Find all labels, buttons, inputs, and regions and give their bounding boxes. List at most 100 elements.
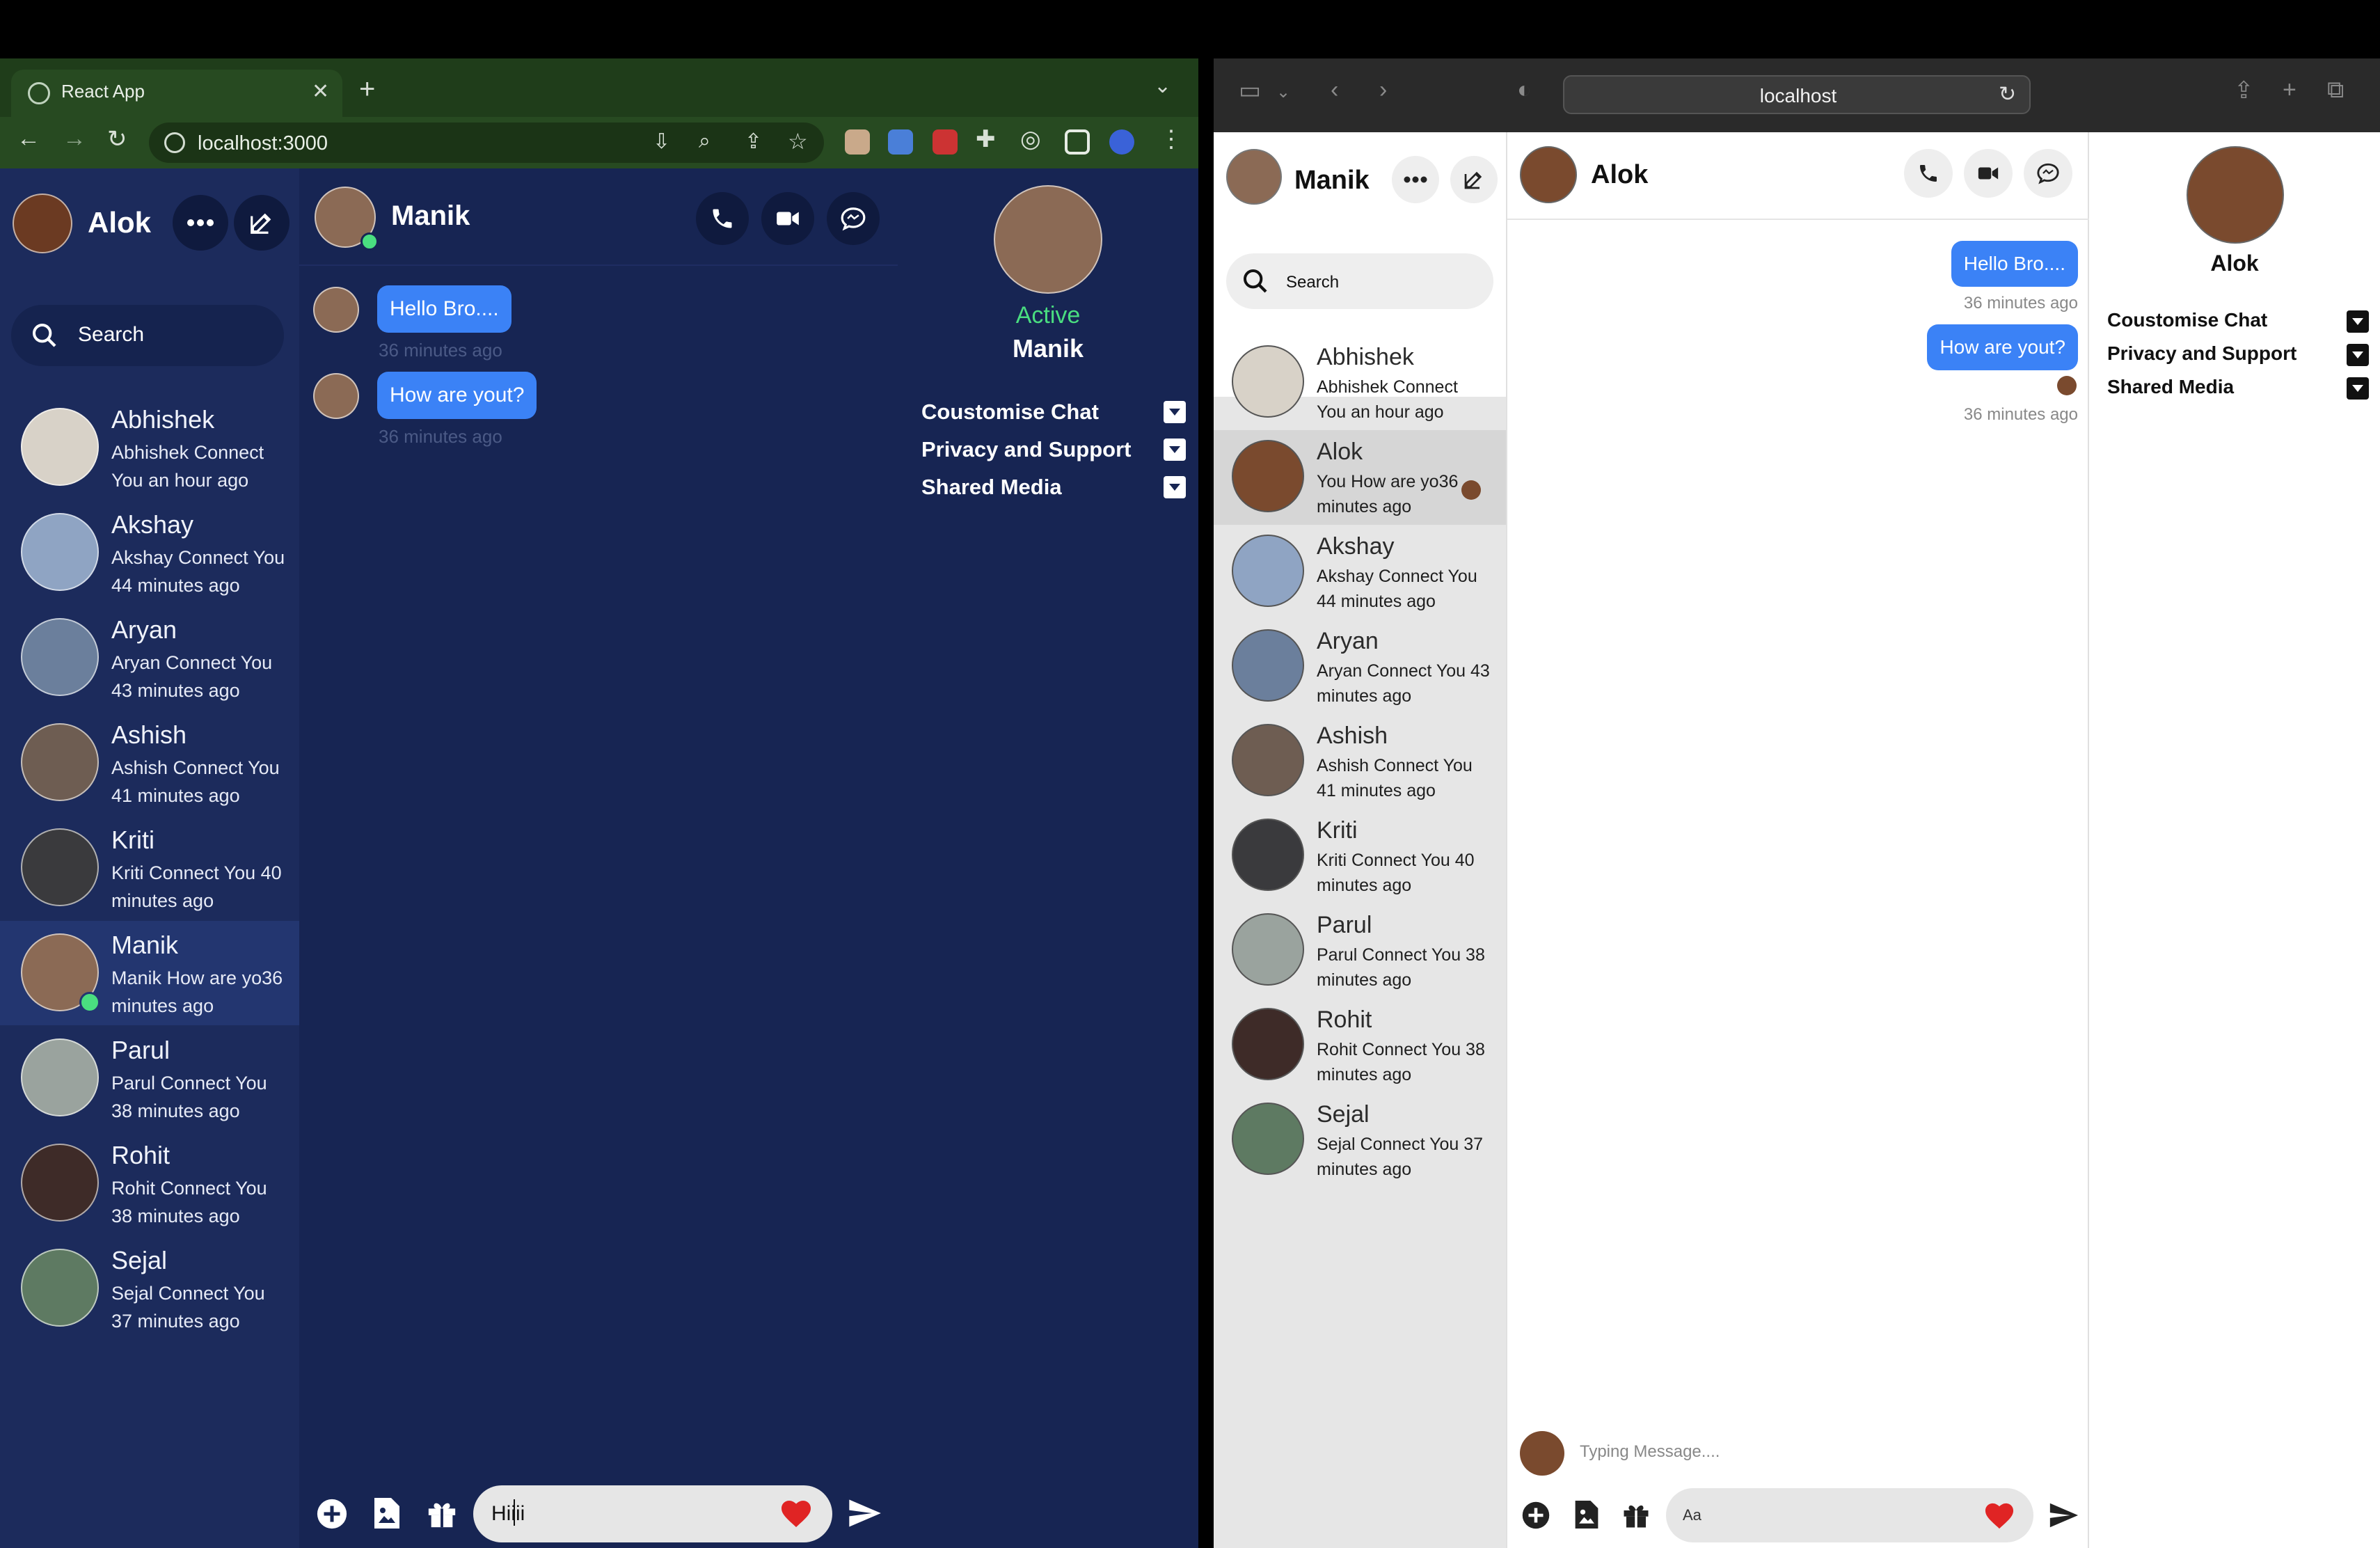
contact-item[interactable]: Manik Manik How are yo36 minutes ago bbox=[0, 921, 299, 1025]
chevron-down-icon[interactable]: ⌄ bbox=[1276, 82, 1290, 102]
online-indicator bbox=[79, 992, 100, 1013]
info-option-row[interactable]: Privacy and Support bbox=[2107, 337, 2369, 370]
contact-item[interactable]: Kriti Kriti Connect You 40 minutes ago bbox=[0, 816, 299, 920]
translate-extension-icon[interactable] bbox=[888, 129, 913, 155]
contact-item[interactable]: Aryan Aryan Connect You 43 minutes ago bbox=[1214, 619, 1506, 714]
tab-close-icon[interactable]: ✕ bbox=[312, 79, 329, 104]
contact-item[interactable]: Kriti Kriti Connect You 40 minutes ago bbox=[1214, 809, 1506, 903]
more-button[interactable] bbox=[1392, 156, 1439, 203]
tab-overview-icon[interactable]: ⧉ bbox=[2327, 77, 2344, 104]
image-file-icon[interactable] bbox=[372, 1496, 402, 1530]
extension-icon[interactable] bbox=[933, 129, 958, 155]
gift-icon[interactable] bbox=[1621, 1501, 1651, 1530]
contact-avatar bbox=[21, 723, 99, 801]
edit-icon bbox=[1464, 171, 1482, 189]
message-bubble[interactable]: How are yout? bbox=[1927, 324, 2078, 370]
new-message-button[interactable] bbox=[234, 195, 289, 251]
contact-item[interactable]: Akshay Akshay Connect You 44 minutes ago bbox=[0, 500, 299, 605]
info-avatar[interactable] bbox=[994, 185, 1102, 294]
image-file-icon[interactable] bbox=[1573, 1499, 1601, 1530]
dropdown-icon[interactable] bbox=[1164, 401, 1186, 423]
dropdown-icon[interactable] bbox=[1164, 476, 1186, 498]
site-info-icon[interactable] bbox=[164, 132, 185, 153]
video-call-button[interactable] bbox=[761, 192, 814, 245]
contact-item[interactable]: Rohit Rohit Connect You 38 minutes ago bbox=[0, 1131, 299, 1235]
dropdown-icon[interactable] bbox=[1164, 439, 1186, 461]
search-field[interactable]: Search bbox=[1226, 253, 1493, 309]
contact-item[interactable]: Akshay Akshay Connect You 44 minutes ago bbox=[1214, 525, 1506, 619]
reload-icon[interactable]: ↻ bbox=[107, 125, 127, 153]
heart-icon[interactable] bbox=[779, 1498, 813, 1529]
search-field[interactable]: Search bbox=[11, 305, 284, 366]
chrome-menu-icon[interactable]: ⋮ bbox=[1159, 125, 1183, 153]
contact-avatar[interactable] bbox=[1520, 146, 1577, 203]
plus-circle-icon[interactable] bbox=[1521, 1501, 1550, 1530]
send-icon[interactable] bbox=[846, 1495, 882, 1531]
dropdown-icon[interactable] bbox=[2347, 377, 2369, 400]
call-button[interactable] bbox=[696, 192, 749, 245]
contact-item[interactable]: Rohit Rohit Connect You 38 minutes ago bbox=[1214, 998, 1506, 1093]
dropdown-icon[interactable] bbox=[2347, 310, 2369, 333]
zoom-icon[interactable]: ⌕ bbox=[699, 129, 711, 153]
contact-last-message: Aryan Connect You 43 minutes ago bbox=[111, 652, 273, 701]
sidebar-toggle-icon[interactable]: ▭ bbox=[1239, 77, 1261, 104]
info-option-row[interactable]: Shared Media bbox=[2107, 370, 2369, 404]
forward-icon[interactable]: › bbox=[1379, 77, 1387, 104]
share-icon[interactable]: ⇪ bbox=[745, 129, 762, 154]
info-option-row[interactable]: Coustomise Chat bbox=[921, 394, 1186, 432]
info-option-row[interactable]: Shared Media bbox=[921, 469, 1186, 507]
reload-icon[interactable]: ↻ bbox=[1999, 82, 2016, 106]
message-input[interactable]: Hiiii bbox=[473, 1485, 832, 1542]
call-button[interactable] bbox=[1904, 149, 1953, 198]
install-icon[interactable]: ⇩ bbox=[653, 129, 670, 154]
new-tab-icon[interactable]: + bbox=[2283, 77, 2296, 104]
forward-icon[interactable]: → bbox=[63, 125, 86, 152]
contact-item[interactable]: Ashish Ashish Connect You 41 minutes ago bbox=[1214, 714, 1506, 809]
contact-item[interactable]: Parul Parul Connect You 38 minutes ago bbox=[0, 1026, 299, 1130]
contact-item[interactable]: Abhishek Abhishek Connect You an hour ago bbox=[1214, 335, 1506, 430]
extension-icon[interactable] bbox=[845, 129, 870, 155]
new-message-button[interactable] bbox=[1450, 156, 1498, 203]
contact-item[interactable]: Alok You How are yo36 minutes ago bbox=[1214, 430, 1506, 525]
message-bubble[interactable]: Hello Bro.... bbox=[377, 285, 511, 333]
contact-item[interactable]: Sejal Sejal Connect You 37 minutes ago bbox=[0, 1236, 299, 1341]
more-button[interactable] bbox=[173, 195, 228, 251]
message-bubble[interactable]: Hello Bro.... bbox=[1951, 241, 2078, 287]
contact-last-message: Aryan Connect You 43 minutes ago bbox=[1317, 661, 1490, 706]
plus-circle-icon[interactable] bbox=[316, 1498, 348, 1530]
info-option-row[interactable]: Privacy and Support bbox=[921, 432, 1186, 469]
info-avatar[interactable] bbox=[2187, 146, 2284, 244]
message-input[interactable]: Aa bbox=[1666, 1488, 2033, 1542]
share-icon[interactable]: ⇪ bbox=[2234, 77, 2254, 104]
contact-item[interactable]: Aryan Aryan Connect You 43 minutes ago bbox=[0, 606, 299, 710]
contact-item[interactable]: Parul Parul Connect You 38 minutes ago bbox=[1214, 903, 1506, 998]
address-bar[interactable]: localhost ↻ bbox=[1563, 75, 2031, 114]
address-bar[interactable]: localhost:3000 ⇩ ⌕ ⇪ ☆ bbox=[149, 123, 824, 163]
message-options-button[interactable] bbox=[2024, 149, 2072, 198]
send-icon[interactable] bbox=[2047, 1499, 2079, 1531]
contact-item[interactable]: Abhishek Abhishek Connect You an hour ago bbox=[0, 395, 299, 500]
browser-tab[interactable]: React App ✕ bbox=[11, 70, 342, 117]
video-call-button[interactable] bbox=[1964, 149, 2013, 198]
user-avatar[interactable] bbox=[1226, 149, 1282, 205]
dropdown-icon[interactable] bbox=[2347, 344, 2369, 366]
message-bubble[interactable]: How are yout? bbox=[377, 372, 537, 419]
extensions-puzzle-icon[interactable]: ✚ bbox=[976, 125, 996, 153]
profile-avatar[interactable] bbox=[1109, 129, 1134, 155]
side-panel-icon[interactable] bbox=[1065, 129, 1090, 155]
back-icon[interactable]: ‹ bbox=[1331, 77, 1338, 104]
contact-last-message: Rohit Connect You 38 minutes ago bbox=[1317, 1040, 1485, 1084]
tab-search-chevron-icon[interactable]: ⌄ bbox=[1154, 74, 1171, 98]
contact-item[interactable]: Sejal Sejal Connect You 37 minutes ago bbox=[1214, 1093, 1506, 1187]
privacy-shield-icon[interactable]: ◐ bbox=[1517, 77, 1532, 104]
extension-icon[interactable]: ◎ bbox=[1020, 125, 1041, 153]
info-option-row[interactable]: Coustomise Chat bbox=[2107, 303, 2369, 337]
new-tab-icon[interactable]: + bbox=[359, 74, 375, 105]
back-icon[interactable]: ← bbox=[17, 125, 40, 152]
message-options-button[interactable] bbox=[827, 192, 880, 245]
bookmark-star-icon[interactable]: ☆ bbox=[788, 128, 808, 155]
gift-icon[interactable] bbox=[426, 1498, 458, 1530]
heart-icon[interactable] bbox=[1983, 1501, 2015, 1530]
user-avatar[interactable] bbox=[13, 194, 72, 253]
contact-item[interactable]: Ashish Ashish Connect You 41 minutes ago bbox=[0, 711, 299, 815]
